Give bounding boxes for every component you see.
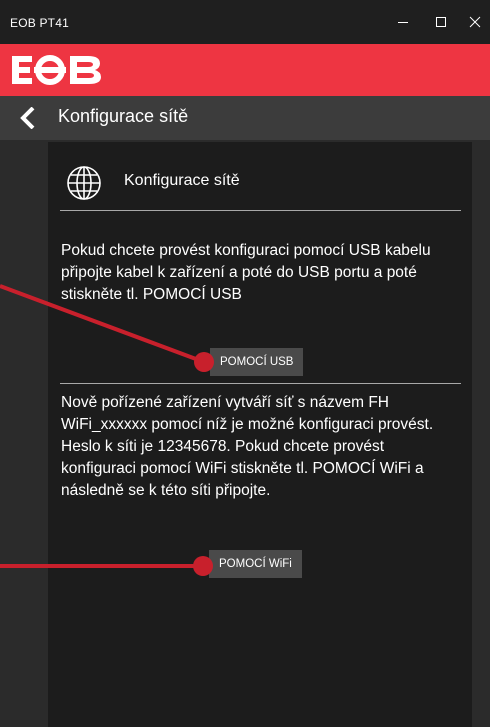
divider: [60, 383, 461, 384]
nav-bar: Konfigurace sítě: [0, 96, 490, 140]
maximize-button[interactable]: [424, 0, 458, 44]
divider: [60, 210, 461, 211]
wifi-config-button[interactable]: POMOCÍ WiFi: [209, 550, 302, 578]
close-button[interactable]: [458, 0, 490, 44]
window-title: EOB PT41: [10, 16, 69, 30]
usb-instructions: Pokud chcete provést konfiguraci pomocí …: [61, 242, 431, 303]
brand-bar: [0, 44, 490, 96]
minimize-button[interactable]: [386, 0, 420, 44]
close-icon: [469, 16, 481, 28]
app-window: EOB PT41 Konfigurace sítě Konfigurace sí…: [0, 0, 490, 727]
chevron-left-icon: [20, 107, 35, 129]
back-button[interactable]: [14, 104, 42, 132]
usb-config-button[interactable]: POMOCÍ USB: [210, 348, 304, 376]
globe-icon: [67, 166, 101, 200]
panel-title: Konfigurace sítě: [124, 172, 240, 189]
network-config-panel: Konfigurace sítě Pokud chcete provést ko…: [48, 142, 472, 727]
page-title: Konfigurace sítě: [58, 106, 189, 126]
eob-logo: [12, 55, 101, 85]
minimize-icon: [398, 22, 408, 23]
wifi-instructions: Nově pořízené zařízení vytváří síť s náz…: [61, 394, 434, 499]
title-bar: EOB PT41: [0, 0, 490, 44]
maximize-icon: [436, 17, 446, 27]
